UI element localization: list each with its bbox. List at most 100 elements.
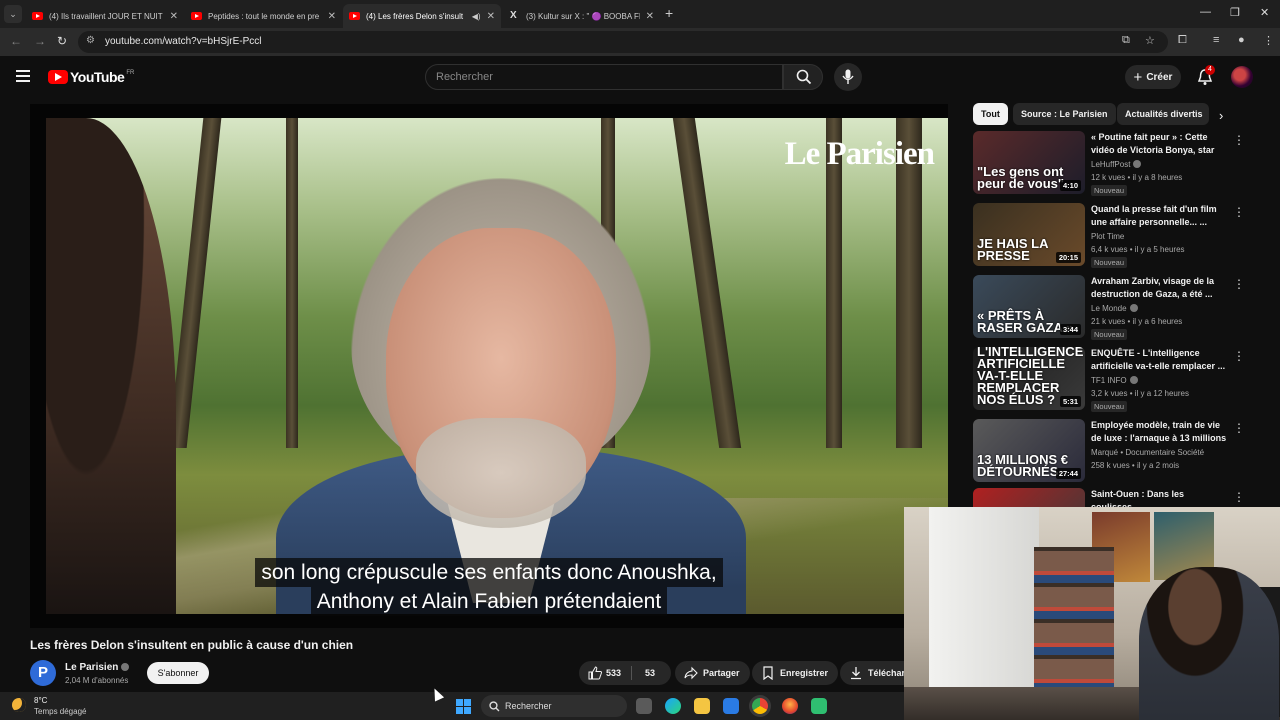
subscribe-button[interactable]: S'abonner <box>147 662 209 684</box>
video-duration: 3:44 <box>1059 324 1081 335</box>
media-controls-icon[interactable]: ≡ <box>1213 34 1219 46</box>
tab-search-button[interactable]: ⌄ <box>4 5 22 23</box>
store-icon[interactable] <box>723 698 739 714</box>
search-placeholder: Rechercher <box>436 71 493 83</box>
close-tab-icon[interactable]: ✕ <box>170 11 178 22</box>
save-button[interactable]: Enregistrer <box>752 661 839 685</box>
channel-avatar[interactable]: P <box>30 660 56 686</box>
more-options-icon[interactable]: ⋮ <box>1233 133 1245 147</box>
dislike-count[interactable]: 53 <box>645 668 655 678</box>
recommended-video[interactable]: L'INTELLIGENCE ARTIFICIELLE VA-T-ELLE RE… <box>973 347 1253 415</box>
firefox-icon[interactable] <box>782 698 798 714</box>
chevron-right-icon[interactable]: › <box>1219 108 1223 123</box>
minimize-icon[interactable]: — <box>1200 6 1211 18</box>
webcam-streamer <box>1139 567 1279 720</box>
close-tab-icon[interactable]: ✕ <box>328 11 336 22</box>
close-tab-icon[interactable]: ✕ <box>646 11 654 22</box>
chip-all[interactable]: Tout <box>973 103 1008 125</box>
chrome-icon[interactable] <box>752 698 768 714</box>
install-app-icon[interactable]: ⧉ <box>1122 34 1130 47</box>
menu-icon[interactable] <box>16 70 30 82</box>
recommended-video[interactable]: « PRÊTS À RASER GAZA » 3:44 Avraham Zarbiv… <box>973 275 1253 343</box>
create-button[interactable]: + Créer <box>1125 65 1181 89</box>
extensions-icon[interactable]: ⧠ <box>1178 34 1187 47</box>
recommended-meta: 6,4 k vues • il y a 5 heures <box>1091 245 1185 254</box>
video-player[interactable]: Le Parisien son long crépuscule ses enfa… <box>30 104 948 628</box>
divider <box>631 666 632 680</box>
profile-icon[interactable]: ● <box>1238 34 1245 46</box>
recommended-title[interactable]: ENQUÊTE - L'intelligence artificielle va… <box>1091 347 1227 373</box>
recommended-video[interactable]: "Les gens ont peur de vous" 4:10 « Poutine… <box>973 131 1253 199</box>
more-options-icon[interactable]: ⋮ <box>1233 490 1245 504</box>
browser-menu-icon[interactable]: ⋮ <box>1263 34 1274 47</box>
tab-title: Peptides : tout le monde en pre <box>208 11 320 21</box>
new-badge: Nouveau <box>1091 185 1128 196</box>
browser-tab[interactable]: (4) Ils travaillent JOUR ET NUIT ✕ <box>26 4 184 28</box>
video-thumbnail[interactable]: "Les gens ont peur de vous" 4:10 <box>973 131 1085 194</box>
maximize-icon[interactable]: ❐ <box>1230 6 1240 19</box>
recommended-channel[interactable]: TF1 INFO <box>1091 376 1138 385</box>
more-options-icon[interactable]: ⋮ <box>1233 205 1245 219</box>
search-button[interactable] <box>783 64 823 90</box>
plus-icon: + <box>1133 68 1143 86</box>
man-beard <box>416 418 586 528</box>
more-options-icon[interactable]: ⋮ <box>1233 421 1245 435</box>
chip-source[interactable]: Source : Le Parisien <box>1013 103 1116 125</box>
bookmark-star-icon[interactable]: ☆ <box>1145 34 1155 47</box>
search-icon <box>489 701 500 712</box>
windows-start-icon[interactable] <box>456 699 471 714</box>
subtitles: son long crépuscule ses enfants donc Ano… <box>30 558 948 616</box>
close-tab-icon[interactable]: ✕ <box>487 11 495 22</box>
recommended-channel[interactable]: LeHuffPost <box>1091 160 1142 169</box>
voice-search-button[interactable] <box>834 63 862 91</box>
app-icon[interactable] <box>811 698 827 714</box>
file-explorer-icon[interactable] <box>694 698 710 714</box>
recommended-title[interactable]: « Poutine fait peur » : Cette vidéo de V… <box>1091 131 1227 157</box>
recommended-title[interactable]: Employée modèle, train de vie de luxe : … <box>1091 419 1227 445</box>
recommended-channel[interactable]: Le Monde <box>1091 304 1138 313</box>
video-thumbnail[interactable]: L'INTELLIGENCE ARTIFICIELLE VA-T-ELLE RE… <box>973 347 1085 410</box>
recommended-title[interactable]: Quand la presse fait d'un film une affai… <box>1091 203 1227 229</box>
recommended-channel[interactable]: Marqué • Documentaire Société <box>1091 448 1204 457</box>
download-button[interactable]: Téléchar <box>840 661 904 685</box>
youtube-logo[interactable]: YouTube FR <box>48 69 134 85</box>
forward-icon[interactable]: → <box>34 34 46 48</box>
channel-name-text: LeHuffPost <box>1091 160 1131 169</box>
account-avatar[interactable] <box>1231 66 1253 88</box>
webcam-bookshelf <box>1034 547 1114 707</box>
address-bar[interactable]: ⚙ youtube.com/watch?v=bHSjrE-Pccl <box>78 31 1168 53</box>
taskbar-search[interactable]: Rechercher <box>481 695 627 717</box>
search-input[interactable]: Rechercher <box>425 64 783 90</box>
new-tab-button[interactable]: + <box>665 5 673 21</box>
recommended-title[interactable]: Avraham Zarbiv, visage de la destruction… <box>1091 275 1227 301</box>
chip-entertainment-news[interactable]: Actualités divertis <box>1117 103 1209 125</box>
video-thumbnail[interactable]: JE HAIS LA PRESSE 20:15 <box>973 203 1085 266</box>
share-button[interactable]: Partager <box>675 661 750 685</box>
tree-trunk <box>286 118 298 448</box>
recommended-video[interactable]: 13 MILLIONS € DÉTOURNÉS 27:44 Employée mod… <box>973 419 1253 487</box>
channel-watermark: Le Parisien <box>784 136 935 172</box>
back-icon[interactable]: ← <box>10 34 22 48</box>
moon-weather-icon[interactable] <box>12 698 26 712</box>
download-label: Téléchar <box>868 668 904 678</box>
reload-icon[interactable]: ↻ <box>57 34 67 48</box>
close-window-icon[interactable]: ✕ <box>1260 6 1269 19</box>
recommended-video[interactable]: JE HAIS LA PRESSE 20:15 Quand la presse fa… <box>973 203 1253 271</box>
more-options-icon[interactable]: ⋮ <box>1233 277 1245 291</box>
like-icon[interactable] <box>588 666 602 680</box>
channel-name[interactable]: Le Parisien <box>65 662 130 673</box>
recommended-channel[interactable]: Plot Time <box>1091 232 1124 241</box>
more-options-icon[interactable]: ⋮ <box>1233 349 1245 363</box>
person-silhouette <box>46 118 176 614</box>
new-badge: Nouveau <box>1091 257 1128 268</box>
like-count[interactable]: 533 <box>606 668 621 678</box>
video-thumbnail[interactable]: 13 MILLIONS € DÉTOURNÉS 27:44 <box>973 419 1085 482</box>
site-info-icon[interactable]: ⚙ <box>86 35 95 46</box>
edge-icon[interactable] <box>665 698 681 714</box>
browser-tab[interactable]: (3) Kultur sur X : " 🟣 BOOBA FI ✕ <box>503 4 660 28</box>
task-view-icon[interactable] <box>636 698 652 714</box>
video-thumbnail[interactable]: « PRÊTS À RASER GAZA » 3:44 <box>973 275 1085 338</box>
speaker-icon[interactable]: ◀) <box>472 12 481 21</box>
browser-tab-active[interactable]: (4) Les frères Delon s'insult ◀) ✕ <box>343 4 501 28</box>
browser-tab[interactable]: Peptides : tout le monde en pre ✕ <box>185 4 342 28</box>
